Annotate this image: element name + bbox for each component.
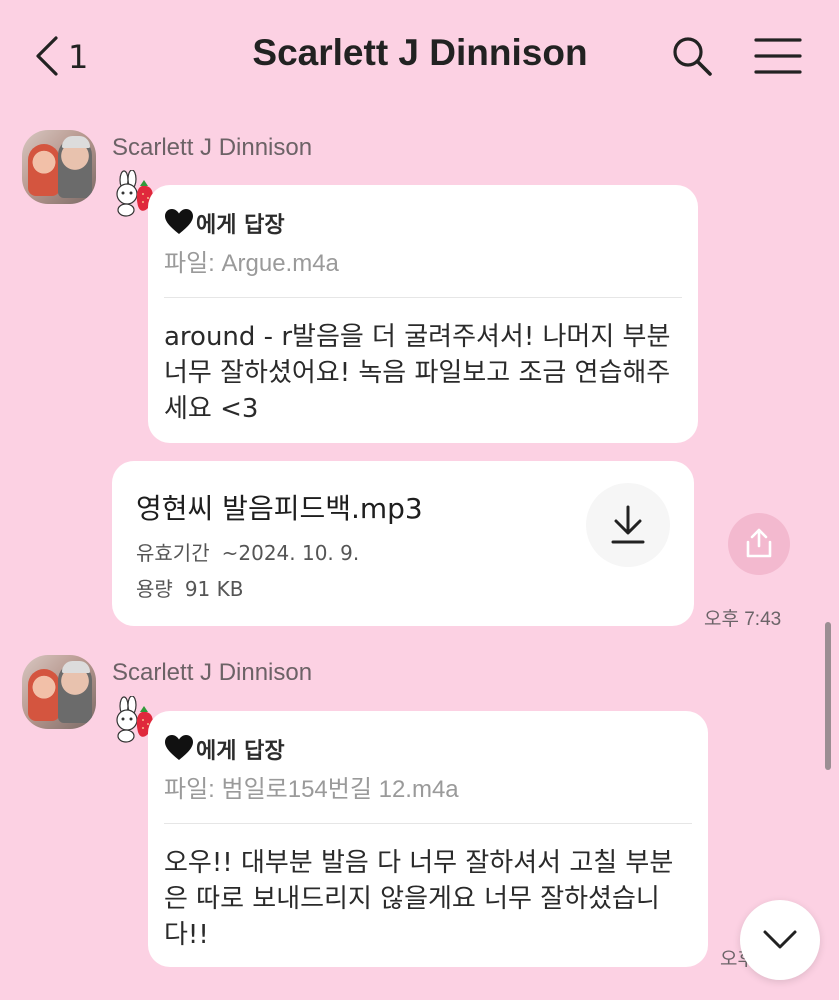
message-time: 오후 7:43	[704, 609, 782, 630]
chat-header: 1 Scarlett J Dinnison	[0, 0, 839, 112]
file-size: 용량 91 KB	[136, 573, 243, 602]
file-name: 영현씨 발음피드백.mp3	[136, 492, 423, 525]
divider	[164, 297, 682, 298]
replied-file-name: 파일: Argue.m4a	[164, 250, 339, 277]
download-icon	[611, 505, 645, 544]
reply-to-label: 에게 답장	[196, 213, 285, 238]
file-expiry: 유효기간 ~2024. 10. 9.	[136, 537, 359, 566]
back-button[interactable]: 1	[30, 34, 100, 80]
black-heart-icon	[165, 209, 193, 234]
reply-header: 에게 답장	[164, 207, 285, 239]
reply-header: 에게 답장	[164, 733, 285, 765]
size-value: 91 KB	[184, 577, 244, 601]
expiry-label: 유효기간	[136, 541, 210, 565]
black-heart-icon	[165, 735, 193, 760]
size-label: 용량	[136, 577, 173, 601]
scroll-to-bottom-button[interactable]	[740, 900, 820, 980]
download-button[interactable]	[586, 483, 670, 567]
chevron-down-icon	[763, 930, 797, 949]
hamburger-menu-icon	[754, 38, 802, 74]
reply-to-label: 에게 답장	[196, 739, 285, 764]
sender-avatar[interactable]	[22, 130, 96, 204]
sender-avatar[interactable]	[22, 655, 96, 729]
file-message-bubble[interactable]: 영현씨 발음피드백.mp3 유효기간 ~2024. 10. 9. 용량 91 KB	[112, 461, 694, 626]
replied-file-name: 파일: 범일로154번길 12.m4a	[164, 776, 459, 803]
expiry-value: ~2024. 10. 9.	[221, 541, 360, 565]
message-text: 오우!! 대부분 발음 다 너무 잘하셔서 고칠 부분은 따로 보내드리지 않을…	[164, 848, 674, 950]
menu-button[interactable]	[752, 36, 804, 76]
search-icon	[673, 37, 712, 76]
reply-message-bubble[interactable]: 에게 답장 파일: 범일로154번길 12.m4a 오우!! 대부분 발음 다 …	[148, 711, 708, 967]
scrollbar-thumb[interactable]	[825, 622, 831, 770]
chevron-left-icon	[36, 36, 58, 76]
reply-message-bubble[interactable]: 에게 답장 파일: Argue.m4a around - r발음을 더 굴려주셔…	[148, 185, 698, 443]
sender-name: Scarlett J Dinnison	[112, 134, 313, 161]
search-button[interactable]	[670, 34, 714, 78]
divider	[164, 823, 692, 824]
unread-count: 1	[68, 38, 89, 76]
share-button[interactable]	[728, 513, 790, 575]
chat-title: Scarlett J Dinnison	[252, 32, 588, 73]
sender-name: Scarlett J Dinnison	[112, 659, 313, 686]
message-text: around - r발음을 더 굴려주셔서! 나머지 부분 너무 잘하셨어요! …	[164, 322, 671, 424]
share-icon	[746, 528, 772, 558]
